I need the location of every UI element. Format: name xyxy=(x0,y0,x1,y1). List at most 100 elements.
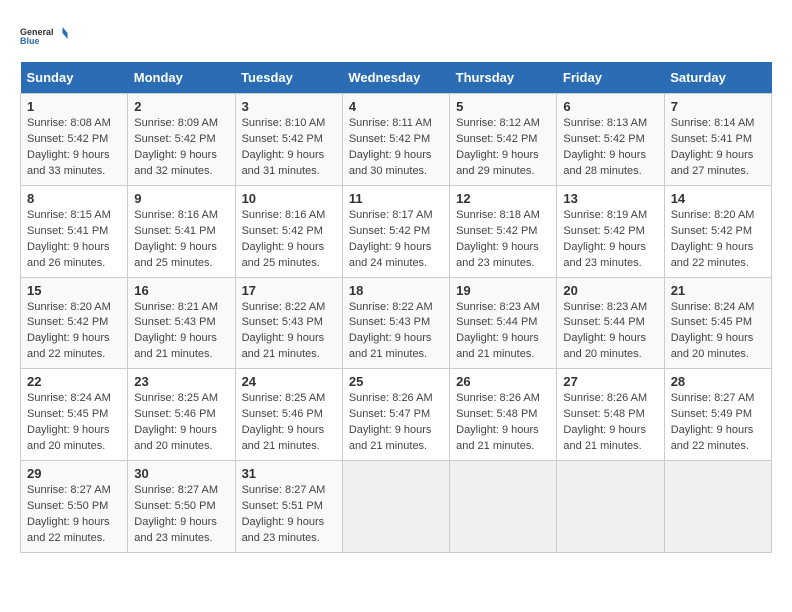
header-sunday: Sunday xyxy=(21,62,128,94)
sunrise-label: Sunrise: xyxy=(27,484,70,496)
day-info: Sunrise: 8:27 AM Sunset: 5:50 PM Dayligh… xyxy=(27,483,121,547)
daylight-minutes: and 20 minutes. xyxy=(27,440,105,452)
sunrise-value: 8:27 AM xyxy=(714,392,754,404)
sunrise-label: Sunrise: xyxy=(242,117,285,129)
sunrise-value: 8:26 AM xyxy=(607,392,647,404)
sunset-value: 5:42 PM xyxy=(282,133,323,145)
sunrise-label: Sunrise: xyxy=(349,392,392,404)
sunset-label: Sunset: xyxy=(134,500,174,512)
daylight-label: Daylight: xyxy=(242,516,288,528)
day-number: 26 xyxy=(456,374,550,389)
daylight-minutes: and 23 minutes. xyxy=(242,532,320,544)
sunrise-value: 8:22 AM xyxy=(285,301,325,313)
day-cell: 11 Sunrise: 8:17 AM Sunset: 5:42 PM Dayl… xyxy=(342,185,449,277)
daylight-label: Daylight: xyxy=(242,149,288,161)
sunset-label: Sunset: xyxy=(349,225,389,237)
daylight-hours: 9 hours xyxy=(502,332,539,344)
sunrise-label: Sunrise: xyxy=(671,301,714,313)
sunrise-label: Sunrise: xyxy=(242,484,285,496)
daylight-hours: 9 hours xyxy=(502,424,539,436)
week-row-2: 8 Sunrise: 8:15 AM Sunset: 5:41 PM Dayli… xyxy=(21,185,772,277)
daylight-minutes: and 25 minutes. xyxy=(242,257,320,269)
daylight-label: Daylight: xyxy=(242,241,288,253)
daylight-label: Daylight: xyxy=(27,241,73,253)
sunset-value: 5:51 PM xyxy=(282,500,323,512)
day-number: 13 xyxy=(563,191,657,206)
sunset-value: 5:42 PM xyxy=(389,225,430,237)
sunset-label: Sunset: xyxy=(456,225,496,237)
sunset-value: 5:42 PM xyxy=(604,225,645,237)
sunrise-value: 8:09 AM xyxy=(178,117,218,129)
daylight-hours: 9 hours xyxy=(73,516,110,528)
daylight-minutes: and 32 minutes. xyxy=(134,165,212,177)
day-info: Sunrise: 8:20 AM Sunset: 5:42 PM Dayligh… xyxy=(27,300,121,364)
sunrise-label: Sunrise: xyxy=(456,301,499,313)
sunrise-label: Sunrise: xyxy=(27,117,70,129)
sunset-label: Sunset: xyxy=(671,408,711,420)
sunrise-value: 8:24 AM xyxy=(714,301,754,313)
sunset-value: 5:41 PM xyxy=(711,133,752,145)
daylight-minutes: and 21 minutes. xyxy=(242,348,320,360)
day-cell xyxy=(664,461,771,553)
day-info: Sunrise: 8:16 AM Sunset: 5:42 PM Dayligh… xyxy=(242,208,336,272)
sunrise-value: 8:23 AM xyxy=(607,301,647,313)
day-info: Sunrise: 8:13 AM Sunset: 5:42 PM Dayligh… xyxy=(563,116,657,180)
daylight-minutes: and 23 minutes. xyxy=(134,532,212,544)
sunset-value: 5:48 PM xyxy=(496,408,537,420)
day-number: 7 xyxy=(671,99,765,114)
daylight-minutes: and 26 minutes. xyxy=(27,257,105,269)
sunrise-value: 8:25 AM xyxy=(285,392,325,404)
sunset-value: 5:46 PM xyxy=(282,408,323,420)
day-info: Sunrise: 8:10 AM Sunset: 5:42 PM Dayligh… xyxy=(242,116,336,180)
day-number: 8 xyxy=(27,191,121,206)
day-info: Sunrise: 8:25 AM Sunset: 5:46 PM Dayligh… xyxy=(134,391,228,455)
daylight-hours: 9 hours xyxy=(717,241,754,253)
daylight-minutes: and 28 minutes. xyxy=(563,165,641,177)
sunrise-value: 8:13 AM xyxy=(607,117,647,129)
daylight-label: Daylight: xyxy=(671,149,717,161)
daylight-label: Daylight: xyxy=(27,516,73,528)
header: General Blue xyxy=(20,20,772,52)
calendar-table: SundayMondayTuesdayWednesdayThursdayFrid… xyxy=(20,62,772,553)
day-cell: 21 Sunrise: 8:24 AM Sunset: 5:45 PM Dayl… xyxy=(664,277,771,369)
sunrise-value: 8:24 AM xyxy=(70,392,110,404)
week-row-4: 22 Sunrise: 8:24 AM Sunset: 5:45 PM Dayl… xyxy=(21,369,772,461)
day-number: 16 xyxy=(134,283,228,298)
day-cell: 20 Sunrise: 8:23 AM Sunset: 5:44 PM Dayl… xyxy=(557,277,664,369)
daylight-label: Daylight: xyxy=(456,424,502,436)
daylight-hours: 9 hours xyxy=(717,332,754,344)
sunrise-value: 8:26 AM xyxy=(500,392,540,404)
daylight-hours: 9 hours xyxy=(287,332,324,344)
sunrise-label: Sunrise: xyxy=(671,117,714,129)
sunrise-value: 8:27 AM xyxy=(178,484,218,496)
sunrise-label: Sunrise: xyxy=(134,117,177,129)
sunset-value: 5:50 PM xyxy=(67,500,108,512)
sunrise-value: 8:10 AM xyxy=(285,117,325,129)
daylight-hours: 9 hours xyxy=(180,424,217,436)
daylight-label: Daylight: xyxy=(134,332,180,344)
day-info: Sunrise: 8:23 AM Sunset: 5:44 PM Dayligh… xyxy=(456,300,550,364)
sunrise-value: 8:23 AM xyxy=(500,301,540,313)
daylight-hours: 9 hours xyxy=(609,241,646,253)
sunrise-label: Sunrise: xyxy=(671,392,714,404)
day-info: Sunrise: 8:26 AM Sunset: 5:48 PM Dayligh… xyxy=(563,391,657,455)
sunset-value: 5:42 PM xyxy=(496,133,537,145)
sunrise-label: Sunrise: xyxy=(27,392,70,404)
sunset-value: 5:42 PM xyxy=(711,225,752,237)
day-info: Sunrise: 8:24 AM Sunset: 5:45 PM Dayligh… xyxy=(671,300,765,364)
sunset-value: 5:45 PM xyxy=(711,316,752,328)
week-row-1: 1 Sunrise: 8:08 AM Sunset: 5:42 PM Dayli… xyxy=(21,94,772,186)
sunset-label: Sunset: xyxy=(456,316,496,328)
week-row-3: 15 Sunrise: 8:20 AM Sunset: 5:42 PM Dayl… xyxy=(21,277,772,369)
sunrise-label: Sunrise: xyxy=(563,209,606,221)
sunset-label: Sunset: xyxy=(27,133,67,145)
day-info: Sunrise: 8:11 AM Sunset: 5:42 PM Dayligh… xyxy=(349,116,443,180)
sunset-label: Sunset: xyxy=(242,316,282,328)
day-cell: 8 Sunrise: 8:15 AM Sunset: 5:41 PM Dayli… xyxy=(21,185,128,277)
day-info: Sunrise: 8:22 AM Sunset: 5:43 PM Dayligh… xyxy=(349,300,443,364)
day-info: Sunrise: 8:22 AM Sunset: 5:43 PM Dayligh… xyxy=(242,300,336,364)
daylight-hours: 9 hours xyxy=(502,149,539,161)
day-info: Sunrise: 8:17 AM Sunset: 5:42 PM Dayligh… xyxy=(349,208,443,272)
sunrise-label: Sunrise: xyxy=(563,392,606,404)
daylight-hours: 9 hours xyxy=(287,149,324,161)
